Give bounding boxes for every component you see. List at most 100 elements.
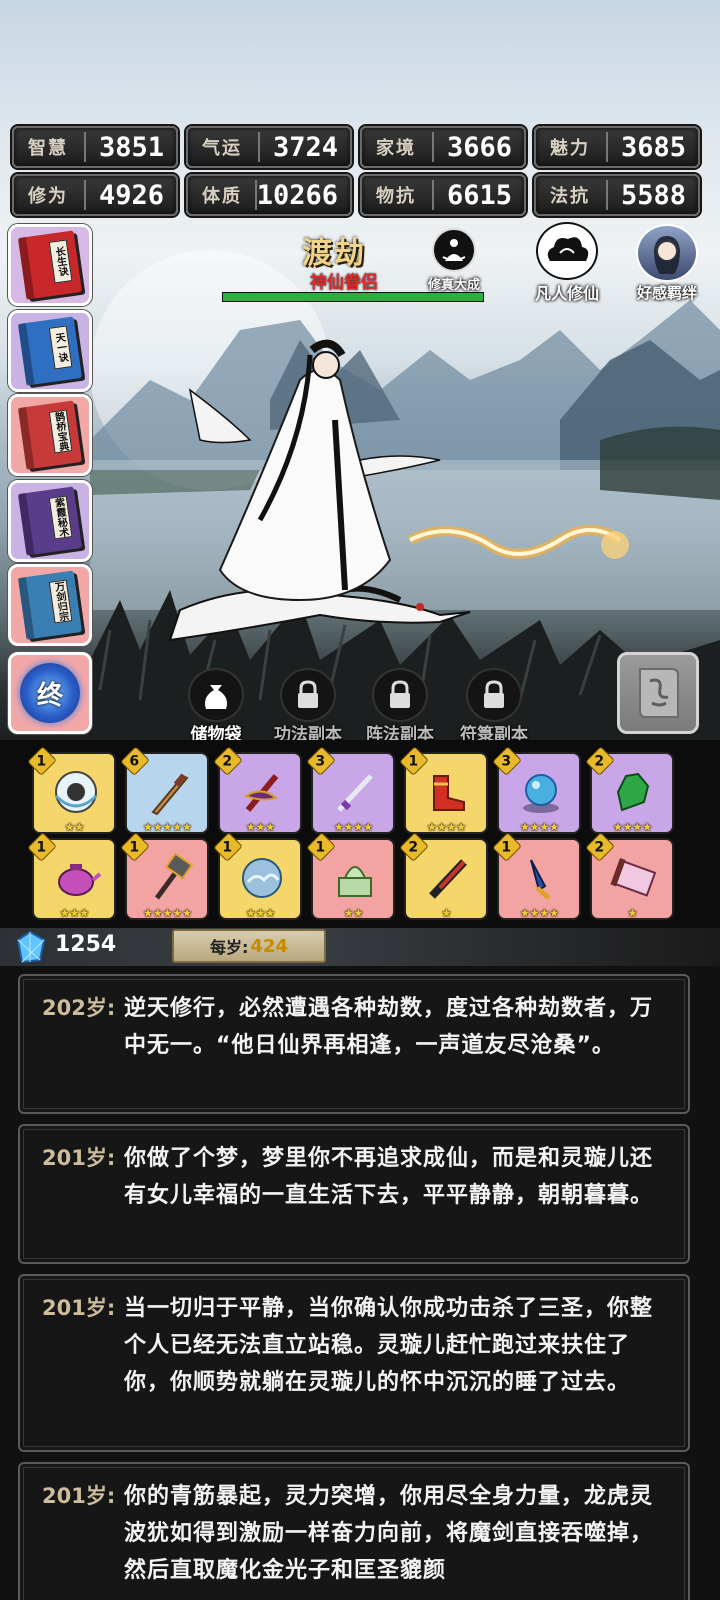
inventory-slot[interactable]: 6 ★★★★★ xyxy=(120,746,209,834)
item-rarity-stars: ★★★★ xyxy=(519,820,559,834)
skill-book-queqiao[interactable]: 鹊桥宝典 xyxy=(8,394,92,476)
stat-label: 法抗 xyxy=(550,186,590,207)
inventory-slot[interactable]: 3 ★★★★ xyxy=(306,746,395,834)
log-text: 你做了个梦，梦里你不再追求成仙，而是和灵璇儿还有女儿幸福的一直生活下去，平平静静… xyxy=(124,1146,654,1208)
purple-sword-icon xyxy=(325,764,385,820)
cloud-icon xyxy=(536,222,598,280)
book-title: 天一诀 xyxy=(48,325,73,370)
landscape-background xyxy=(90,250,720,750)
tab-storage-bag[interactable]: 储物袋 xyxy=(170,668,262,745)
scroll-button[interactable] xyxy=(617,652,699,734)
lock-icon xyxy=(372,668,428,722)
per-year-income: 每岁: 424 xyxy=(172,929,326,963)
stat-value: 5588 xyxy=(620,179,686,211)
item-rarity-stars: ★★★★★ xyxy=(142,820,193,834)
item-rarity-stars: ★★★★ xyxy=(426,820,466,834)
inventory-slot[interactable]: 1 ★★★★ xyxy=(492,832,581,920)
inventory-slot[interactable]: 2 ★ xyxy=(399,832,488,920)
inventory-slot[interactable]: 1 ★★★ xyxy=(213,832,302,920)
realm-subtitle: 神仙眷侣 xyxy=(310,273,378,293)
item-rarity-stars: ★★★ xyxy=(59,906,89,920)
item-rarity-stars: ★★★★ xyxy=(333,820,373,834)
log-text: 你的青筋暴起，灵力突增，你用尽全身力量，龙虎灵波犹如得到激励一样奋力向前，将魔剑… xyxy=(124,1484,654,1583)
stat-label: 体质 xyxy=(202,186,242,207)
book-icon: 紫霞秘术 xyxy=(17,486,83,556)
inventory-slot[interactable]: 1 ★★★★★ xyxy=(120,832,209,920)
log-entry: 201岁: 你的青筋暴起，灵力突增，你用尽全身力量，龙虎灵波犹如得到激励一样奋力… xyxy=(18,1462,690,1600)
stat-family: 家境 3666 xyxy=(360,126,526,168)
log-text: 逆天修行，必然遭遇各种劫数，度过各种劫数者，万中无一。“他日仙界再相逢，一声道友… xyxy=(124,996,654,1058)
tab-talisman-dungeon[interactable]: 符箓副本 xyxy=(448,668,540,745)
item-rarity-stars: ★ xyxy=(441,906,452,920)
stat-value: 6615 xyxy=(446,179,512,211)
badge-label: 修真大成 xyxy=(427,278,480,293)
inventory-slot[interactable]: 2 ★★★ xyxy=(213,746,302,834)
realm-progress-bar xyxy=(222,292,484,302)
item-rarity-stars: ★★ xyxy=(64,820,85,834)
item-rarity-stars: ★★★★★ xyxy=(142,906,193,920)
game-scene xyxy=(0,0,720,750)
inventory-slot[interactable]: 3 ★★★★ xyxy=(492,746,581,834)
teapot-icon xyxy=(46,850,106,906)
item-rarity-stars: ★★★★ xyxy=(612,820,652,834)
inventory-slot[interactable]: 1 ★★★ xyxy=(27,832,116,920)
inventory-slot[interactable]: 1 ★★★★ xyxy=(399,746,488,834)
item-rarity-stars: ★ xyxy=(627,906,638,920)
skill-book-changsheng[interactable]: 长生诀 xyxy=(8,224,92,306)
book-title: 鹊桥宝典 xyxy=(48,409,73,454)
stat-magic-resist: 法抗 5588 xyxy=(534,174,700,216)
stat-luck: 气运 3724 xyxy=(186,126,352,168)
stat-label: 修为 xyxy=(28,186,68,207)
tab-skill-dungeon[interactable]: 功法副本 xyxy=(262,668,354,745)
book-icon: 天一诀 xyxy=(17,316,83,386)
final-button[interactable]: 终 xyxy=(8,652,92,734)
inventory-slot[interactable]: 1 ★★ xyxy=(306,832,395,920)
stat-label: 魅力 xyxy=(550,138,590,159)
stat-label: 气运 xyxy=(202,138,242,159)
item-rarity-stars: ★★★ xyxy=(245,906,275,920)
stat-charm: 魅力 3685 xyxy=(534,126,700,168)
realm-name: 渡劫 xyxy=(302,236,366,271)
stat-value: 3666 xyxy=(446,131,512,163)
spirit-stone-icon xyxy=(10,930,50,970)
skill-book-tianyi[interactable]: 天一诀 xyxy=(8,310,92,392)
skill-book-zixia[interactable]: 紫霞秘术 xyxy=(8,480,92,562)
log-entry: 202岁: 逆天修行，必然遭遇各种劫数，度过各种劫数者，万中无一。“他日仙界再相… xyxy=(18,974,690,1114)
fanren-badge[interactable]: 凡人修仙 xyxy=(524,222,610,304)
stat-value: 10266 xyxy=(256,179,338,211)
companion-avatar-icon xyxy=(636,224,698,282)
badge-label: 好感羁绊 xyxy=(636,284,697,302)
log-entry: 201岁: 当一切归于平静，当你确认你成功击杀了三圣，你整个人已经无法直立站稳。… xyxy=(18,1274,690,1452)
meditation-icon xyxy=(432,228,476,272)
stat-value: 3685 xyxy=(620,131,686,163)
stat-constitution: 体质 10266 xyxy=(186,174,352,216)
stat-label: 家境 xyxy=(376,138,416,159)
log-age: 202岁: xyxy=(42,996,116,1020)
book-icon: 鹊桥宝典 xyxy=(17,400,83,470)
scroll-icon xyxy=(639,668,679,718)
inventory-slot[interactable]: 2 ★ xyxy=(585,832,674,920)
blue-pearl-icon xyxy=(511,764,571,820)
lock-icon xyxy=(466,668,522,722)
currency-bar: 1254 每岁: 424 xyxy=(0,928,720,966)
blue-flame-icon: 终 xyxy=(20,663,80,723)
war-hammer-icon xyxy=(139,850,199,906)
bag-icon xyxy=(188,668,244,722)
tab-formation-dungeon[interactable]: 阵法副本 xyxy=(354,668,446,745)
skill-book-wanjian[interactable]: 万剑归宗 xyxy=(8,564,92,646)
log-entry: 201岁: 你做了个梦，梦里你不再追求成仙，而是和灵璇儿还有女儿幸福的一直生活下… xyxy=(18,1124,690,1264)
log-age: 201岁: xyxy=(42,1146,116,1170)
stat-value: 4926 xyxy=(98,179,164,211)
stat-value: 3851 xyxy=(98,131,164,163)
xiuzhen-badge[interactable]: 修真大成 xyxy=(414,228,494,293)
event-log[interactable]: 202岁: 逆天修行，必然遭遇各种劫数，度过各种劫数者，万中无一。“他日仙界再相… xyxy=(0,966,720,1600)
stat-physical-resist: 物抗 6615 xyxy=(360,174,526,216)
inventory-slot[interactable]: 2 ★★★★ xyxy=(585,746,674,834)
inventory-grid: 1 ★★ 6 ★★★★★ 2 ★★★ 3 ★★★★ 1 ★★★★ 3 ★★★★ 2 ★★★★ 1 ★★★ 1 ★★… xyxy=(0,740,720,930)
demon-sword-icon xyxy=(232,764,292,820)
book-title: 紫霞秘术 xyxy=(48,495,73,540)
inventory-slot[interactable]: 1 ★★ xyxy=(27,746,116,834)
blue-dagger-icon xyxy=(511,850,571,906)
haogan-badge[interactable]: 好感羁绊 xyxy=(622,224,712,303)
book-title: 万剑归宗 xyxy=(48,579,73,624)
